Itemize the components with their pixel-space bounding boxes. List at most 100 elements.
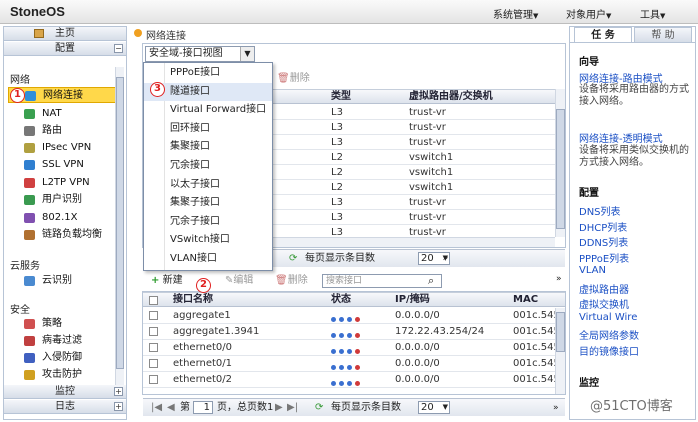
sidebar-home[interactable]: 主页 <box>4 27 126 41</box>
next-page-icon[interactable]: ▶ <box>275 399 283 417</box>
col-ip-mask[interactable]: IP/掩码 <box>395 293 430 307</box>
config-link[interactable]: 虚拟交换机 <box>579 296 629 311</box>
row-checkbox[interactable] <box>149 375 158 384</box>
delete-button-top[interactable]: 🗑删除 <box>277 69 310 84</box>
vrouter-cell: trust-vr <box>409 197 446 208</box>
guide-route-mode-link[interactable]: 网络连接-路由模式 <box>579 70 663 85</box>
sidebar-config-header[interactable]: 配置 − <box>4 42 126 56</box>
select-all-checkbox[interactable] <box>149 296 158 305</box>
table-row[interactable]: aggregate1 0.0.0.0/0 001c.545 <box>143 308 555 324</box>
sidebar-scrollbar[interactable] <box>115 67 124 385</box>
refresh-icon[interactable]: ⟳ <box>315 399 323 417</box>
sidebar-item-link-load-balance[interactable]: 链路负载均衡 <box>8 227 118 243</box>
table-row[interactable]: aggregate1.3941 172.22.43.254/24 001c.545 <box>143 324 555 340</box>
col-mac[interactable]: MAC <box>513 293 538 307</box>
menu-system-management[interactable]: 系统管理▼ <box>493 6 538 21</box>
edit-button[interactable]: ✎编辑 <box>225 272 253 290</box>
dropdown-item[interactable]: 冗余子接口 <box>144 213 272 231</box>
row-checkbox[interactable] <box>149 327 158 336</box>
config-link[interactable]: DHCP列表 <box>579 219 627 234</box>
config-link[interactable]: 虚拟路由器 <box>579 281 629 296</box>
table-row[interactable]: ethernet0/1 0.0.0.0/0 001c.545 <box>143 356 555 372</box>
sidebar-item-attack-protection[interactable]: 攻击防护 <box>8 367 118 383</box>
config-link[interactable]: DNS列表 <box>579 203 621 218</box>
row-checkbox[interactable] <box>149 343 158 352</box>
sidebar-item-ssl-vpn[interactable]: SSL VPN <box>8 157 118 173</box>
bottom-table-scrollbar[interactable] <box>555 308 565 394</box>
sidebar-item-ipsec-vpn[interactable]: IPsec VPN <box>8 140 118 156</box>
config-link[interactable]: Virtual Wire <box>579 312 637 323</box>
chevron-down-icon: ▼ <box>240 47 254 61</box>
col-status[interactable]: 状态 <box>331 293 351 307</box>
dropdown-item[interactable]: VSwitch接口 <box>144 231 272 249</box>
config-link[interactable]: DDNS列表 <box>579 234 628 249</box>
dropdown-item[interactable]: 冗余接口 <box>144 157 272 175</box>
guide-transparent-mode-link[interactable]: 网络连接-透明模式 <box>579 130 663 145</box>
expand-icon[interactable]: + <box>114 402 123 411</box>
guide-title: 向导 <box>579 57 599 68</box>
table-row[interactable]: ethernet0/2 0.0.0.0/0 001c.545 <box>143 372 555 388</box>
delete-button[interactable]: 🗑删除 <box>275 272 308 290</box>
config-title: 配置 <box>579 188 599 199</box>
sidebar-monitor-header[interactable]: 监控 + <box>4 385 126 399</box>
collapse-chevron-icon[interactable]: » <box>556 274 562 284</box>
dropdown-item[interactable]: 回环接口 <box>144 120 272 138</box>
section-security: 安全 <box>10 305 30 316</box>
tab-task[interactable]: 任 务 <box>574 27 632 42</box>
top-scroll-thumb[interactable] <box>556 109 565 229</box>
menu-object-user[interactable]: 对象用户▼ <box>566 6 611 21</box>
top-table-scrollbar[interactable] <box>555 89 565 237</box>
col-vrouter[interactable]: 虚拟路由器/交换机 <box>409 90 493 104</box>
sidebar-item-nat[interactable]: NAT <box>8 106 118 122</box>
view-select[interactable]: 安全域-接口视图 ▼ <box>145 46 255 62</box>
dropdown-item[interactable]: 集聚子接口 <box>144 194 272 212</box>
bottom-page-size-select[interactable]: 20 ▼ <box>418 400 450 414</box>
collapse-icon[interactable]: − <box>114 44 123 53</box>
delete-icon: 🗑 <box>277 73 290 84</box>
search-input[interactable]: 搜索接口 <box>322 274 442 288</box>
dropdown-item[interactable]: PPPoE接口 <box>144 64 272 82</box>
sidebar-item-ips[interactable]: 入侵防御 <box>8 350 118 366</box>
ip-mask-cell: 0.0.0.0/0 <box>395 342 440 353</box>
bottom-scroll-thumb[interactable] <box>556 312 565 352</box>
col-type[interactable]: 类型 <box>331 90 351 104</box>
config-link[interactable]: 全局网络参数 <box>579 327 639 342</box>
config-link[interactable]: 目的镜像接口 <box>579 343 639 358</box>
sidebar-item-route[interactable]: 路由 <box>8 123 118 139</box>
l2tp-icon <box>24 178 35 188</box>
page-number-input[interactable]: 1 <box>193 400 213 414</box>
mac-cell: 001c.545 <box>513 310 555 321</box>
sidebar-item-8021x[interactable]: 802.1X <box>8 210 118 226</box>
search-icon[interactable]: ⌕ <box>428 274 434 288</box>
refresh-icon[interactable]: ⟳ <box>289 250 297 268</box>
new-button[interactable]: + 新建 <box>151 272 183 290</box>
table-row[interactable]: ethernet0/0 0.0.0.0/0 001c.545 <box>143 340 555 356</box>
expand-icon[interactable]: + <box>114 387 123 396</box>
prev-page-icon[interactable]: ◀ <box>167 399 175 417</box>
first-page-icon[interactable]: |◀ <box>151 399 162 417</box>
app-logo: StoneOS <box>10 4 65 19</box>
col-interface-name[interactable]: 接口名称 <box>173 293 213 307</box>
config-link[interactable]: PPPoE列表 <box>579 250 629 265</box>
search-icon[interactable]: ⌕ <box>443 249 449 267</box>
type-cell: L3 <box>331 212 343 223</box>
menu-tools[interactable]: 工具▼ <box>640 6 665 21</box>
sidebar-scroll-thumb[interactable] <box>116 77 124 369</box>
sidebar-item-l2tp-vpn[interactable]: L2TP VPN <box>8 175 118 191</box>
config-link[interactable]: VLAN <box>579 265 606 276</box>
sidebar-item-user-identification[interactable]: 用户识别 <box>8 192 118 208</box>
user-icon <box>24 195 35 205</box>
sidebar-item-virus-filter[interactable]: 病毒过滤 <box>8 333 118 349</box>
dropdown-item[interactable]: VLAN接口 <box>144 250 272 268</box>
dropdown-item[interactable]: Virtual Forward接口 <box>144 101 272 119</box>
row-checkbox[interactable] <box>149 311 158 320</box>
last-page-icon[interactable]: ▶| <box>287 399 298 417</box>
sidebar-item-cloud-identification[interactable]: 云识别 <box>8 273 118 289</box>
sidebar-item-policy[interactable]: 策略 <box>8 316 118 332</box>
sidebar-log-header[interactable]: 日志 + <box>4 400 126 414</box>
collapse-chevron-icon[interactable]: » <box>553 399 559 417</box>
tab-help[interactable]: 帮 助 <box>634 27 692 42</box>
dropdown-item[interactable]: 以太子接口 <box>144 176 272 194</box>
dropdown-item[interactable]: 集聚接口 <box>144 138 272 156</box>
row-checkbox[interactable] <box>149 359 158 368</box>
